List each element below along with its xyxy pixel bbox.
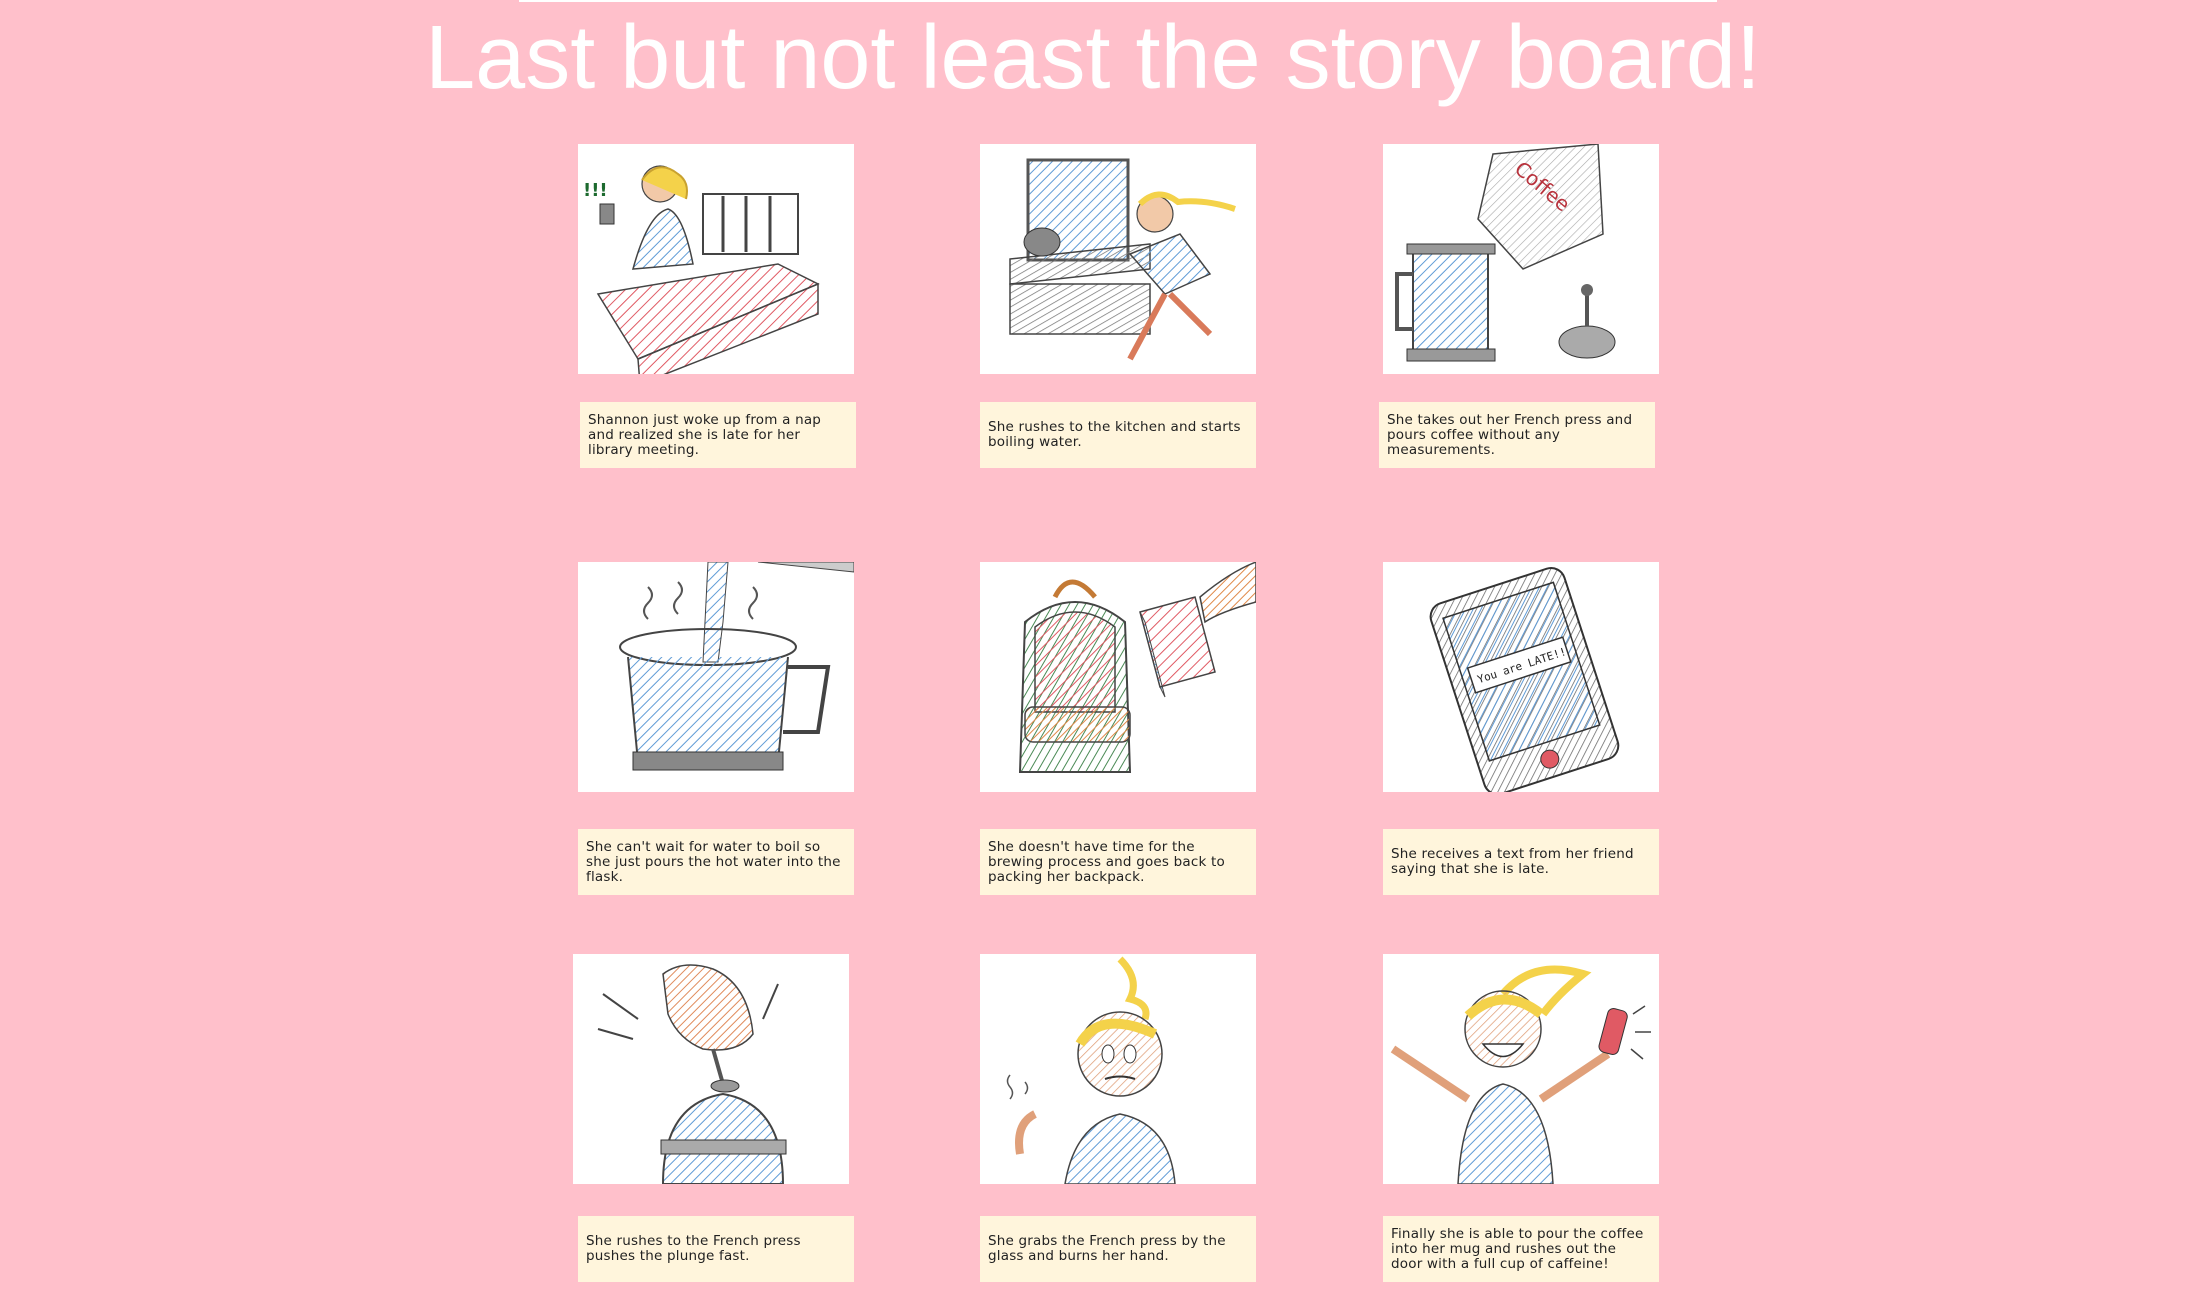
- coffee-bag-pouring-into-french-press-illustration: Coffee: [1395, 144, 1616, 362]
- storyboard-panel-5-image: [980, 562, 1256, 792]
- caption-text: Shannon just woke up from a nap and real…: [588, 411, 822, 458]
- caption-text: She doesn't have time for the brewing pr…: [988, 838, 1225, 885]
- storyboard-panel-6-image: You are LATE!!: [1383, 562, 1659, 792]
- storyboard-panel-7-image: [573, 954, 849, 1184]
- storyboard-panel-3-image: Coffee: [1383, 144, 1659, 374]
- hand-pressing-plunger-illustration: [597, 964, 787, 1184]
- girl-in-bed-with-phone-illustration: !!!: [583, 165, 820, 374]
- storyboard-panel-1-image: !!!: [578, 144, 854, 374]
- girl-running-to-kitchen-illustration: [1009, 158, 1236, 361]
- storyboard-panel-2-image: [980, 144, 1256, 374]
- phone-text-message-illustration: You are LATE!!: [1429, 567, 1620, 792]
- caption-text: She grabs the French press by the glass …: [988, 1233, 1226, 1264]
- backpack-and-book-illustration: [1018, 562, 1256, 773]
- storyboard-panel-1-caption: Shannon just woke up from a nap and real…: [580, 402, 856, 468]
- caption-text: She can't wait for water to boil so she …: [586, 838, 841, 885]
- storyboard-panel-8-caption: She grabs the French press by the glass …: [980, 1216, 1256, 1282]
- storyboard-panel-9-caption: Finally she is able to pour the coffee i…: [1383, 1216, 1659, 1282]
- caption-text: Finally she is able to pour the coffee i…: [1391, 1225, 1644, 1272]
- storyboard-panel-6-caption: She receives a text from her friend sayi…: [1383, 829, 1659, 895]
- page-title: Last but not least the story board!: [425, 8, 1761, 108]
- caption-text: She rushes to the French press pushes th…: [586, 1233, 801, 1264]
- hot-water-pouring-into-flask-illustration: [619, 562, 854, 771]
- caption-text: She receives a text from her friend sayi…: [1391, 846, 1634, 877]
- girl-burned-hand-illustration: [1006, 956, 1176, 1184]
- girl-cheering-with-bottle-illustration: [1390, 965, 1651, 1184]
- storyboard-panel-3-caption: She takes out her French press and pours…: [1379, 402, 1655, 468]
- storyboard-panel-9-image: [1383, 954, 1659, 1184]
- caption-text: She rushes to the kitchen and starts boi…: [988, 419, 1241, 450]
- storyboard-panel-7-caption: She rushes to the French press pushes th…: [578, 1216, 854, 1282]
- storyboard-panel-5-caption: She doesn't have time for the brewing pr…: [980, 829, 1256, 895]
- storyboard-panel-8-image: [980, 954, 1256, 1184]
- svg-text:!!!: !!!: [583, 180, 608, 201]
- storyboard-panel-2-caption: She rushes to the kitchen and starts boi…: [980, 402, 1256, 468]
- caption-text: She takes out her French press and pours…: [1387, 411, 1633, 458]
- storyboard-panel-4-image: [578, 562, 854, 792]
- storyboard-panel-4-caption: She can't wait for water to boil so she …: [578, 829, 854, 895]
